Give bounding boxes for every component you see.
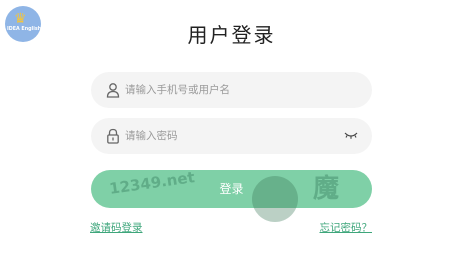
login-button-label: 登录 <box>219 182 244 196</box>
watermark-mascot-icon <box>252 176 298 222</box>
watermark-char: 魔 <box>313 174 340 204</box>
page-title: 用户登录 <box>187 23 276 47</box>
login-button[interactable]: 12349.net 魔 登录 <box>91 170 372 208</box>
username-field[interactable]: 请输入手机号或用户名 <box>91 72 372 108</box>
invite-code-login-link[interactable]: 邀请码登录 <box>90 220 143 235</box>
username-placeholder: 请输入手机号或用户名 <box>125 84 230 96</box>
user-icon <box>106 83 120 98</box>
watermark-site-text: 12349.net <box>108 170 196 198</box>
eye-closed-icon[interactable] <box>344 130 358 140</box>
password-placeholder: 请输入密码 <box>125 130 178 142</box>
password-field[interactable]: 请输入密码 <box>91 118 372 154</box>
forgot-password-link[interactable]: 忘记密码？ <box>320 220 373 235</box>
lock-icon <box>107 128 119 144</box>
